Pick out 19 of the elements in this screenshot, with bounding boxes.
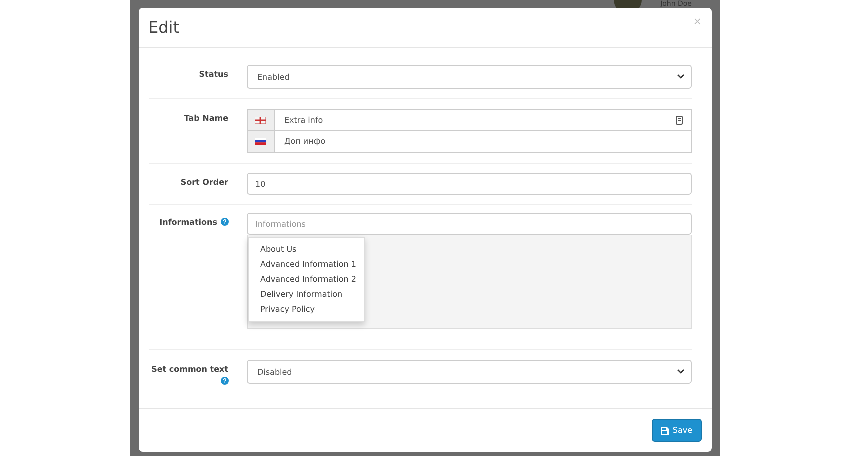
field-label: Informations — [148, 213, 228, 329]
save-button[interactable]: Save — [652, 419, 702, 442]
chevron-down-icon — [676, 369, 684, 375]
sort-order-input[interactable]: 10 — [246, 173, 692, 195]
help-icon — [220, 377, 228, 385]
suggestion-item[interactable]: Advanced Information 1 — [248, 257, 364, 272]
help-icon — [220, 218, 228, 226]
status-select[interactable]: Enabled — [246, 65, 692, 89]
suggestion-item[interactable]: Advanced Information 2 — [248, 272, 364, 287]
suggestion-item[interactable]: Delivery Information — [248, 287, 364, 302]
common-text-select[interactable]: Disabled — [246, 360, 692, 384]
field-label: Tab Name — [183, 113, 228, 125]
suggestion-item[interactable]: About Us — [248, 242, 364, 257]
suggestion-item[interactable]: Privacy Policy — [248, 302, 364, 317]
field-label: Status — [198, 69, 228, 81]
field-label: Sort Order — [180, 177, 228, 189]
chevron-down-icon — [676, 74, 684, 80]
dialog-title: Edit — [148, 18, 180, 37]
field-label: Set common text — [148, 360, 228, 388]
